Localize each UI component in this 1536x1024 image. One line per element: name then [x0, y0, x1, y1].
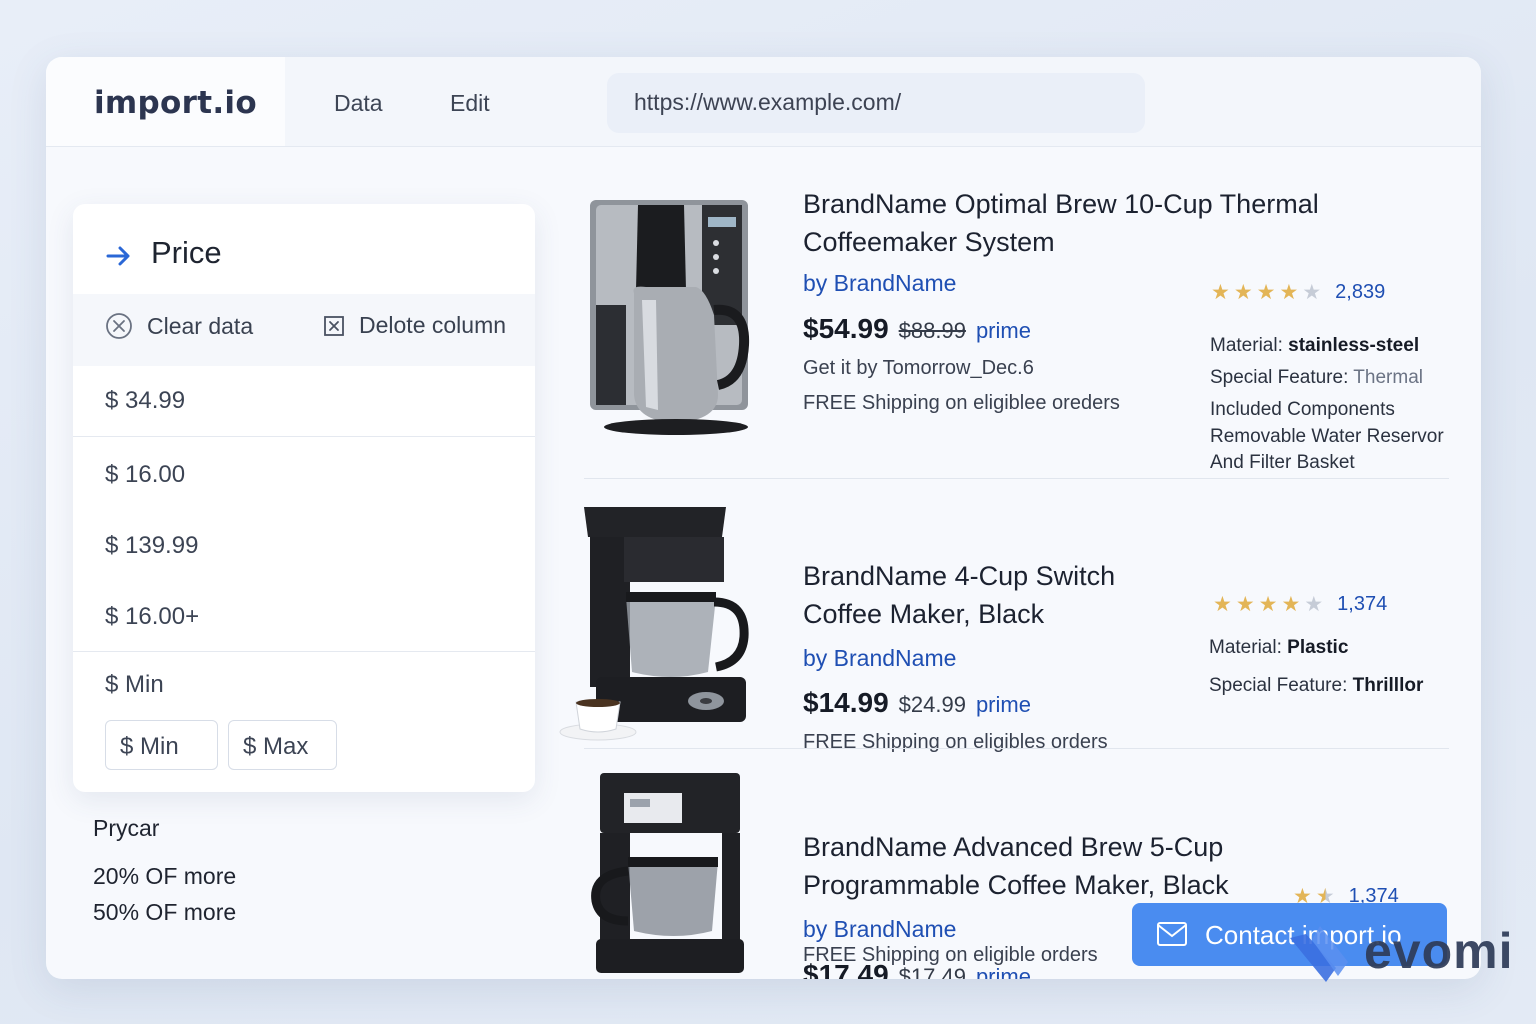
panel-title: Price: [151, 235, 222, 270]
material-spec: Material: stainless-steel: [1210, 335, 1419, 357]
panel-header: Price: [73, 204, 535, 296]
brand-link[interactable]: by BrandName: [803, 645, 956, 672]
evomi-wordmark: evomi: [1364, 923, 1514, 979]
max-price-input[interactable]: $ Max: [228, 720, 337, 770]
price-value-row[interactable]: $ 139.99: [73, 512, 535, 582]
spec-label: Special Feature:: [1210, 367, 1349, 388]
star-icon: ★: [1213, 593, 1232, 616]
spec-label: Material:: [1210, 335, 1283, 356]
price-value: $ 139.99: [105, 532, 199, 559]
current-price: $54.99: [803, 313, 889, 344]
star-icon: ★: [1235, 593, 1255, 616]
old-price: $88.99: [898, 318, 966, 343]
price-value-row[interactable]: $ 34.99: [73, 367, 535, 437]
spec-value: Plastic: [1287, 637, 1349, 658]
star-icon: ★: [1258, 593, 1278, 616]
feature-spec: Special Feature: Thrilllor: [1209, 675, 1423, 697]
title-line: BrandName 4-Cup Switch: [803, 561, 1116, 591]
star-icon: ★: [1304, 593, 1324, 616]
divider: [584, 748, 1449, 749]
shipping-text: FREE Shipping on eligiblee oreders: [803, 392, 1120, 414]
evomi-logo-icon: [1290, 926, 1348, 982]
price-value: $ 16.00+: [105, 603, 200, 630]
prime-badge: prime: [975, 318, 1031, 343]
price-line: $14.99 $24.99 prime: [803, 687, 1031, 719]
price-value-row[interactable]: $ 16.00: [73, 441, 535, 511]
url-text: https://www.example.com/: [634, 89, 902, 115]
prime-badge: prime: [975, 692, 1031, 717]
current-price: $14.99: [803, 687, 889, 718]
spec-label: Material:: [1209, 637, 1282, 658]
product-card[interactable]: BrandName 4-Cup Switch Coffee Maker, Bla…: [556, 497, 1449, 753]
programmable-coffeemaker-image[interactable]: [582, 771, 752, 979]
filter-heading: Prycar: [93, 815, 160, 841]
title-line: Programmable Coffee Maker, Black: [803, 870, 1229, 900]
star-icon: ★: [1279, 281, 1299, 304]
price-value-row[interactable]: $ 16.00+: [73, 583, 535, 653]
components-spec: Removable Water Reservor: [1210, 426, 1444, 447]
filter-option[interactable]: 50% OF more: [93, 899, 236, 926]
title-line: BrandName Optimal Brew 10-Cup Thermal: [803, 189, 1319, 219]
star-icon: ★: [1211, 281, 1230, 304]
price-value: $ 34.99: [105, 387, 186, 414]
min-label: $ Min: [105, 671, 164, 698]
star-icon: ★: [1302, 281, 1322, 304]
delete-box-icon: [324, 315, 344, 336]
title-line: BrandName Advanced Brew 5-Cup: [803, 832, 1224, 862]
star-icon: ★: [1256, 281, 1276, 304]
product-title[interactable]: BrandName Advanced Brew 5-Cup Programmab…: [803, 828, 1363, 904]
spec-value: stainless-steel: [1288, 335, 1420, 356]
title-line: Coffeemaker System: [803, 227, 1055, 257]
components-spec: Included Components: [1210, 399, 1395, 420]
review-count[interactable]: 1,374: [1337, 593, 1387, 616]
review-count[interactable]: 2,839: [1335, 281, 1385, 304]
mail-icon: [1157, 922, 1187, 946]
spec-value: Thermal: [1353, 367, 1423, 388]
shipping-text: FREE Shipping on eligibles orders: [803, 731, 1108, 753]
price-value: $ 16.00: [105, 461, 186, 488]
price-column-panel: Price Clear data Delote column $ 34.99 $…: [73, 204, 535, 792]
url-bar[interactable]: https://www.example.com/: [607, 73, 1145, 133]
thermal-coffeemaker-image[interactable]: [586, 195, 756, 440]
brand-link[interactable]: by BrandName: [803, 916, 956, 943]
product-title[interactable]: BrandName Optimal Brew 10-Cup Thermal Co…: [803, 185, 1363, 261]
min-price-input[interactable]: $ Min: [105, 720, 218, 770]
components-spec: And Filter Basket: [1210, 452, 1355, 473]
app-window: import.io Data Edit https://www.example.…: [46, 57, 1481, 979]
material-spec: Material: Plastic: [1209, 637, 1348, 659]
brand-link[interactable]: by BrandName: [803, 270, 956, 297]
old-price: $24.99: [898, 692, 966, 717]
shipping-text: FREE Shipping on eligible orders: [803, 944, 1098, 966]
price-line: $54.99 $88.99 prime: [803, 313, 1031, 345]
clear-data-label: Clear data: [147, 312, 254, 339]
column-actions: Clear data Delote column: [73, 294, 535, 366]
nav-edit[interactable]: Edit: [450, 90, 490, 117]
arrow-right-icon[interactable]: [105, 242, 133, 270]
divider: [73, 651, 535, 652]
delete-column-label: Delote column: [359, 312, 507, 338]
star-rating: ★ ★ ★ ★ ★ 2,839: [1211, 281, 1385, 304]
drip-coffeemaker-image[interactable]: [556, 497, 756, 747]
clear-data-button[interactable]: Clear data: [105, 312, 253, 340]
star-rating: ★ ★ ★ ★ ★ 1,374: [1213, 593, 1387, 616]
star-icon: ★: [1233, 281, 1253, 304]
filter-option[interactable]: 20% OF more: [93, 863, 236, 890]
app-logo[interactable]: import.io: [94, 85, 257, 121]
divider: [73, 436, 535, 437]
nav-data[interactable]: Data: [334, 90, 383, 117]
brand-cell: import.io: [46, 57, 285, 146]
product-card[interactable]: BrandName Optimal Brew 10-Cup Thermal Co…: [556, 187, 1449, 477]
spec-value: Thrilllor: [1352, 675, 1424, 696]
delivery-text: Get it by Tomorrow_Dec.6: [803, 357, 1034, 379]
delete-column-button[interactable]: Delote column: [323, 312, 506, 339]
feature-spec: Special Feature: Thermal: [1210, 367, 1423, 389]
clear-circle-icon: [106, 313, 132, 339]
spec-label: Special Feature:: [1209, 675, 1348, 696]
top-bar: import.io Data Edit https://www.example.…: [46, 57, 1481, 147]
evomi-watermark: evomi: [1286, 918, 1516, 988]
divider: [584, 478, 1449, 479]
star-icon: ★: [1281, 593, 1301, 616]
